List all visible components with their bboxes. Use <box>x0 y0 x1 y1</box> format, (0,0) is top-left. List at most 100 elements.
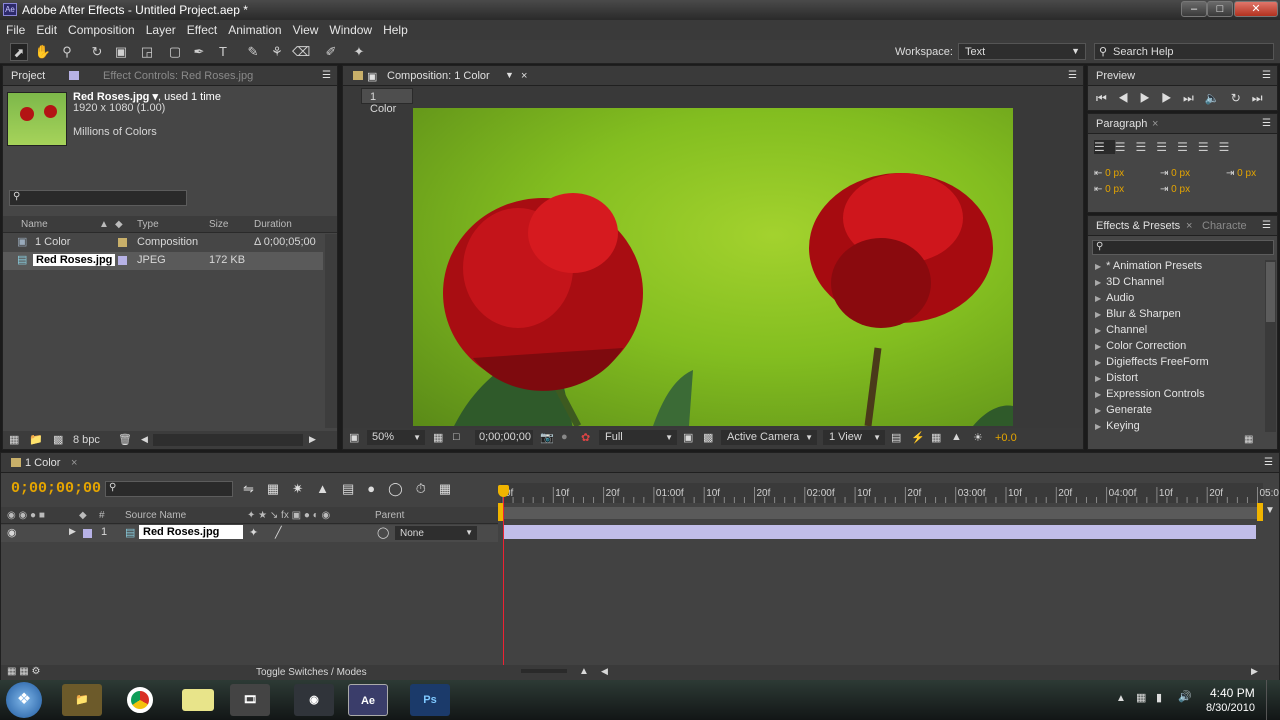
align-left-icon[interactable]: ☰ <box>1094 140 1115 154</box>
tray-network-icon[interactable]: ▦ <box>1136 691 1146 704</box>
camera-tool-icon[interactable]: ▣ <box>112 43 130 61</box>
snapshot-icon[interactable]: 📷 <box>540 431 554 444</box>
flowchart-icon[interactable]: ▲ <box>951 431 962 443</box>
brainstorm-icon[interactable]: ◯ <box>388 481 416 496</box>
effects-category-item[interactable]: ▶ Expression Controls <box>1088 388 1264 404</box>
trash-icon[interactable]: 🗑 <box>118 433 132 446</box>
timeline-icon[interactable]: ▦ <box>931 431 941 444</box>
sticky-notes-icon[interactable] <box>182 689 214 711</box>
bpc-label[interactable]: 8 bpc <box>73 434 100 446</box>
draft-3d-icon[interactable]: ✷ <box>292 481 316 496</box>
justify-left-icon[interactable]: ☰ <box>1156 140 1177 154</box>
tab-project[interactable]: Project <box>11 70 45 82</box>
exposure-value[interactable]: +0.0 <box>995 432 1017 444</box>
tab-timeline[interactable]: 1 Color <box>25 457 60 469</box>
type-tool-icon[interactable]: T <box>214 43 232 61</box>
rectangle-tool-icon[interactable]: ▢ <box>166 43 184 61</box>
menu-layer[interactable]: Layer <box>140 20 181 37</box>
panel-menu-icon[interactable]: ☰ <box>1262 70 1271 81</box>
show-desktop-button[interactable] <box>1266 680 1280 720</box>
av-features-icons[interactable]: ◉ ◉ ● ■ <box>7 510 45 521</box>
new-composition-icon[interactable]: ▩ <box>53 433 63 446</box>
expand-arrow-icon[interactable]: ▶ <box>69 526 76 537</box>
work-area-end-handle[interactable] <box>1257 503 1263 521</box>
tab-paragraph[interactable]: Paragraph <box>1096 118 1147 130</box>
col-source-name[interactable]: Source Name <box>125 510 186 521</box>
panel-menu-icon[interactable]: ☰ <box>1264 457 1273 468</box>
hide-shy-layers-icon[interactable]: ▲ <box>316 481 342 496</box>
menu-file[interactable]: File <box>0 20 30 37</box>
close-tab-icon[interactable]: × <box>521 70 527 82</box>
resolution-dropdown[interactable]: Full ▼ <box>599 430 677 445</box>
panel-menu-icon[interactable]: ☰ <box>1068 70 1077 81</box>
tray-signal-icon[interactable]: ▮ <box>1156 691 1162 704</box>
scrollbar-thumb[interactable] <box>1266 262 1275 322</box>
current-time-indicator-head[interactable] <box>498 485 509 497</box>
current-time-field[interactable]: 0;00;00;00 <box>475 430 533 445</box>
effects-category-item[interactable]: ▶ * Animation Presets <box>1088 260 1264 276</box>
minimize-button[interactable]: – <box>1181 1 1207 17</box>
effects-category-item[interactable]: ▶ Generate <box>1088 404 1264 420</box>
explorer-icon[interactable]: 📁 <box>62 684 102 716</box>
effects-category-item[interactable]: ▶ Keying <box>1088 420 1264 436</box>
label-col-icon[interactable]: ◆ <box>79 510 87 521</box>
audio-icon[interactable]: 🔈 <box>1205 91 1231 105</box>
justify-center-icon[interactable]: ☰ <box>1177 140 1198 154</box>
quality-switch-icon[interactable]: ╱ <box>275 526 282 539</box>
hand-tool-icon[interactable]: ✋ <box>34 43 52 61</box>
magnification-dropdown[interactable]: 50% ▼ <box>367 430 425 445</box>
tray-arrow-icon[interactable]: ▲ <box>1116 693 1126 704</box>
project-item-row[interactable]: ▤ Red Roses.jpg JPEG 172 KB <box>3 252 323 270</box>
menu-window[interactable]: Window <box>323 20 377 37</box>
tab-preview[interactable]: Preview <box>1096 70 1135 82</box>
toggle-pixel-aspect-icon[interactable]: ▤ <box>891 431 901 444</box>
compositional-mini-flowchart-icon[interactable]: ⇋ <box>243 481 267 496</box>
timeline-layer-row[interactable]: ◉ ▶ 1 ▤ Red Roses.jpg ✦ ╱ ◯ None ▼ <box>1 525 498 542</box>
close-tab-icon[interactable]: × <box>71 457 77 469</box>
fast-previews-icon[interactable]: ⚡ <box>911 431 925 444</box>
reset-exposure-icon[interactable]: ☀ <box>973 431 983 444</box>
effects-category-item[interactable]: ▶ Distort <box>1088 372 1264 388</box>
transparency-grid-icon[interactable]: ▩ <box>703 431 713 444</box>
selection-tool-icon[interactable]: ⬈ <box>10 43 28 61</box>
ram-preview-icon[interactable]: ⏭ <box>1252 91 1274 105</box>
brush-tool-icon[interactable]: ✎ <box>244 43 262 61</box>
effects-category-item[interactable]: ▶ Blur & Sharpen <box>1088 308 1264 324</box>
rotation-tool-icon[interactable]: ↻ <box>88 43 106 61</box>
new-preset-icon[interactable]: ▦ <box>1244 434 1253 445</box>
frame-blending-icon[interactable]: ▤ <box>342 481 367 496</box>
menu-view[interactable]: View <box>287 20 324 37</box>
scroll-right-icon[interactable]: ▶ <box>1251 666 1258 677</box>
justify-right-icon[interactable]: ☰ <box>1198 140 1219 154</box>
horizontal-scrollbar[interactable] <box>153 434 303 446</box>
layer-duration-bar[interactable] <box>504 525 1256 539</box>
new-folder-icon[interactable]: 📁 <box>29 433 43 446</box>
safe-margins-icon[interactable]: ▦ <box>433 431 443 444</box>
next-frame-icon[interactable]: ▶ <box>1161 91 1183 105</box>
scroll-left-icon[interactable]: ◀ <box>601 666 608 677</box>
clock-date[interactable]: 8/30/2010 <box>1206 702 1255 714</box>
chrome-icon[interactable] <box>120 684 160 716</box>
clock-time[interactable]: 4:40 PM <box>1210 686 1255 700</box>
last-frame-icon[interactable]: ⏭ <box>1183 91 1205 105</box>
scroll-left-icon[interactable]: ◀ <box>141 434 148 445</box>
pan-behind-tool-icon[interactable]: ◲ <box>138 43 156 61</box>
layer-name[interactable]: Red Roses.jpg <box>139 525 243 539</box>
panel-menu-icon[interactable]: ☰ <box>322 70 331 81</box>
roto-brush-tool-icon[interactable]: ✐ <box>322 43 340 61</box>
tray-volume-icon[interactable]: 🔊 <box>1178 690 1192 703</box>
close-button[interactable]: ✕ <box>1234 1 1278 17</box>
project-item-row[interactable]: ▣ 1 Color Composition Δ 0;00;05;00 ▲ <box>3 234 336 252</box>
zoom-in-icon[interactable]: ▲ <box>579 666 589 677</box>
tab-composition[interactable]: Composition: 1 Color <box>387 70 490 82</box>
tab-effect-controls[interactable]: Effect Controls: Red Roses.jpg <box>103 70 253 82</box>
play-pause-icon[interactable]: ▶ <box>1140 91 1162 105</box>
effects-category-item[interactable]: ▶ Digieffects FreeForm <box>1088 356 1264 372</box>
pickwhip-icon[interactable]: ◯ <box>377 526 389 539</box>
channel-icon[interactable]: ✿ <box>581 431 590 444</box>
effects-search-input[interactable]: ⚲ <box>1092 240 1274 255</box>
effects-scrollbar[interactable] <box>1265 260 1276 432</box>
effects-category-item[interactable]: ▶ 3D Channel <box>1088 276 1264 292</box>
show-snapshot-icon[interactable]: ● <box>561 431 568 443</box>
graph-editor-icon[interactable]: ▦ <box>439 481 464 496</box>
